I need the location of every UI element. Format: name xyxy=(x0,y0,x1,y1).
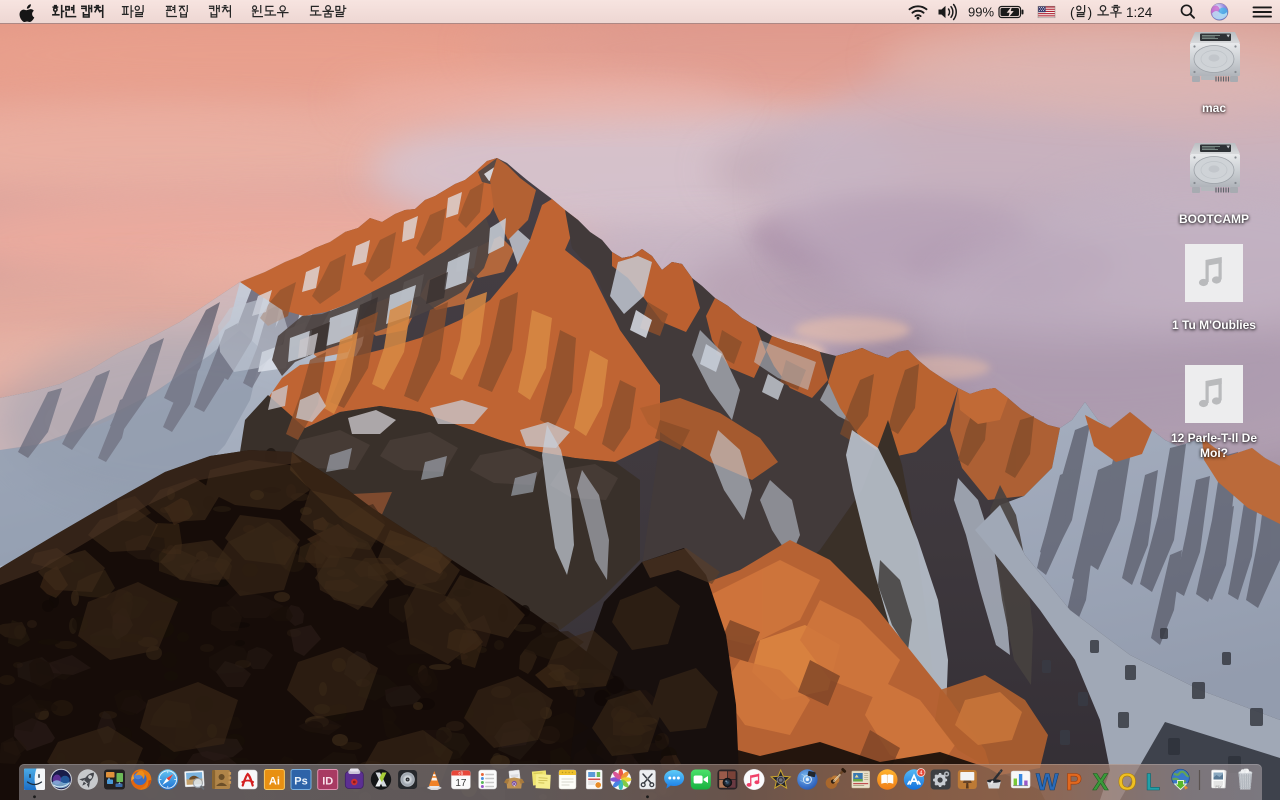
svg-text:4: 4 xyxy=(919,771,922,777)
svg-text:Ai: Ai xyxy=(269,776,280,788)
svg-text:ID: ID xyxy=(322,776,333,788)
svg-text:PDF: PDF xyxy=(1216,785,1223,789)
svg-text:X: X xyxy=(1092,769,1108,796)
svg-text:Q: Q xyxy=(512,781,516,786)
svg-text:O: O xyxy=(1118,769,1137,796)
svg-text:P: P xyxy=(1066,769,1082,796)
svg-text:Ps: Ps xyxy=(294,776,307,788)
svg-text:L: L xyxy=(1145,769,1160,796)
svg-text:6월: 6월 xyxy=(459,771,464,776)
svg-text:17: 17 xyxy=(455,778,467,789)
svg-text:W: W xyxy=(1036,769,1059,796)
